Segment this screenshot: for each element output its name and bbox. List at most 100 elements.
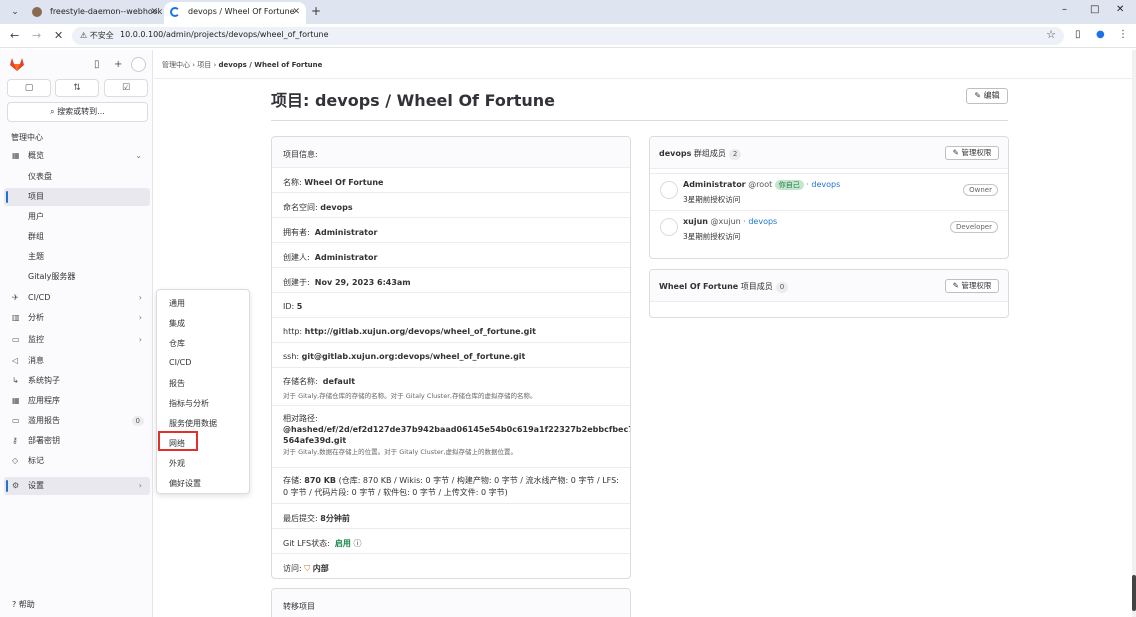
url-box[interactable]: ⚠ 不安全 10.0.0.100/admin/projects/devops/w… [72,27,1064,45]
sidebar-item-monitoring[interactable]: ▭ 监控 › [4,331,150,349]
sidebar-item-abuse-reports[interactable]: ▭ 滥用报告 0 [4,412,150,430]
role-badge: Owner [963,184,998,196]
forward-icon[interactable]: → [32,29,41,42]
issues-button[interactable]: ▢ [7,79,51,97]
manage-permissions-button[interactable]: ✎ 管理权限 [945,146,999,160]
user-avatar[interactable] [131,57,146,72]
breadcrumb-projects[interactable]: 项目 [197,61,211,69]
profile-icon[interactable]: ● [1096,29,1105,40]
gitlab-logo-icon[interactable] [10,58,24,71]
sidebar-section-title: 管理中心 [11,133,43,142]
browser-tab-devops[interactable]: devops / Wheel Of Fortune ✕ [164,2,306,24]
info-row-ssh: ssh: git@gitlab.xujun.org:devops/wheel_o… [272,342,630,367]
analytics-icon: ▥ [12,313,20,322]
chevron-right-icon: › [138,335,142,344]
create-new-icon[interactable]: + [114,59,122,70]
group-link[interactable]: · devops [743,217,777,226]
insecure-indicator[interactable]: ⚠ 不安全 [80,30,114,41]
search-label: 搜索或转到... [57,107,105,116]
side-panel-icon[interactable]: ▯ [1075,29,1081,40]
main-content: 管理中心 › 项目 › devops / Wheel of Fortune 项目… [154,50,1132,617]
chevron-right-icon: › [138,313,142,322]
edit-label: 编辑 [983,91,1000,100]
sidebar-item-groups[interactable]: 群组 [4,228,150,246]
group-name[interactable]: devops [659,149,691,158]
avatar[interactable] [660,181,678,199]
issues-icon: ▢ [24,83,34,93]
bookmark-star-icon[interactable]: ☆ [1046,28,1056,41]
group-members-header: devops 群组成员 2 ✎ 管理权限 [650,137,1008,169]
new-tab-button[interactable]: + [311,4,321,18]
project-info-card: 项目信息: 名称: Wheel Of Fortune 命名空间: devops … [271,136,631,579]
info-row-last-commit: 最后提交: 8分钟前 [272,503,630,528]
sidebar-item-overview[interactable]: ▦ 概览 ⌄ [4,147,150,165]
close-tab-icon[interactable]: ✕ [150,2,158,22]
browser-tabbar: ⌄ freestyle-daemon--webhook ✕ devops / W… [0,0,1136,24]
collapse-sidebar-icon[interactable]: ▯ [94,59,100,70]
edit-button[interactable]: ✎ 编辑 [966,88,1008,104]
merge-requests-button[interactable]: ⇅ [55,79,99,97]
search-button[interactable]: ⌕ 搜索或转到... [7,102,148,122]
chevron-right-icon: › [138,293,142,302]
sidebar-item-system-hooks[interactable]: ↳ 系统钩子 [4,372,150,390]
avatar[interactable] [660,218,678,236]
todo-icon: ☑ [121,83,131,93]
sidebar-item-dashboard[interactable]: 仪表盘 [4,168,150,186]
member-count-badge: 0 [775,282,789,293]
help-button[interactable]: ? 帮助 [12,599,35,610]
member-count-badge: 2 [728,149,742,160]
sidebar-item-users[interactable]: 用户 [4,208,150,226]
info-row-id: ID: 5 [272,292,630,317]
chevron-down-icon: ⌄ [135,151,142,160]
merge-request-icon: ⇅ [73,83,81,93]
info-row-namespace: 命名空间: devops [272,192,630,217]
key-icon: ⚷ [12,436,18,445]
sidebar-item-applications[interactable]: ▦ 应用程序 [4,392,150,410]
question-icon[interactable]: ⓘ [353,539,361,548]
member-name[interactable]: xujun [683,217,708,226]
info-row-storage-name: 存储名称: default 对于 Gitaly,存储仓库的存储的名称。对于 Gi… [272,367,630,405]
settings-icon: ⚙ [12,481,20,490]
maximize-icon[interactable]: □ [1090,4,1099,15]
sidebar-item-gitaly[interactable]: Gitaly服务器 [4,268,150,286]
tab-title: freestyle-daemon--webhook [50,7,163,16]
sidebar-item-labels[interactable]: ◇ 标记 [4,452,150,470]
monitor-icon: ▭ [12,335,20,344]
stop-icon[interactable]: ✕ [54,29,63,42]
info-row-owner: 拥有者: Administrator [272,217,630,242]
url-text[interactable]: 10.0.0.100/admin/projects/devops/wheel_o… [120,30,329,39]
back-icon[interactable]: ← [10,29,19,42]
tab-search-icon[interactable]: ⌄ [8,6,22,18]
scrollbar-thumb[interactable] [1132,575,1136,611]
insecure-label: 不安全 [89,31,114,40]
chevron-right-icon: › [138,481,142,490]
shield-icon: ⛉ [304,564,311,573]
info-row-access: 访问: ⛉ 内部 [272,553,630,578]
member-name[interactable]: Administrator [683,180,746,189]
sidebar-item-projects[interactable]: 项目 [4,188,150,206]
pencil-icon: ✎ [952,148,959,157]
label-icon: ◇ [12,456,19,465]
scrollbar[interactable] [1132,50,1136,617]
browser-tab-webhook[interactable]: freestyle-daemon--webhook ✕ [26,2,164,24]
breadcrumb-current[interactable]: devops / Wheel of Fortune [219,61,323,69]
breadcrumb-admin[interactable]: 管理中心 [162,61,190,69]
overview-icon: ▦ [12,151,20,160]
group-link[interactable]: · devops [806,180,840,189]
sidebar-item-analytics[interactable]: ▥ 分析 › [4,309,150,327]
page-title: 项目: devops / Wheel Of Fortune [271,91,556,110]
info-row-creator: 创建人: Administrator [272,242,630,267]
minimize-icon[interactable]: – [1062,4,1067,15]
sidebar-item-topics[interactable]: 主题 [4,248,150,266]
close-tab-icon[interactable]: ✕ [292,2,300,22]
sidebar-item-deploy-keys[interactable]: ⚷ 部署密钥 [4,432,150,450]
manage-permissions-button[interactable]: ✎ 管理权限 [945,279,999,293]
menu-kebab-icon[interactable]: ⋮ [1118,29,1128,40]
close-window-icon[interactable]: ✕ [1116,4,1124,15]
sidebar-item-settings[interactable]: ⚙ 设置 › [4,477,150,495]
favicon-icon [32,7,42,17]
tab-title: devops / Wheel Of Fortune [188,7,295,16]
todo-button[interactable]: ☑ [104,79,148,97]
sidebar-item-messages[interactable]: ◁ 消息 [4,352,150,370]
sidebar-item-cicd[interactable]: ✈ CI/CD › [4,289,150,307]
